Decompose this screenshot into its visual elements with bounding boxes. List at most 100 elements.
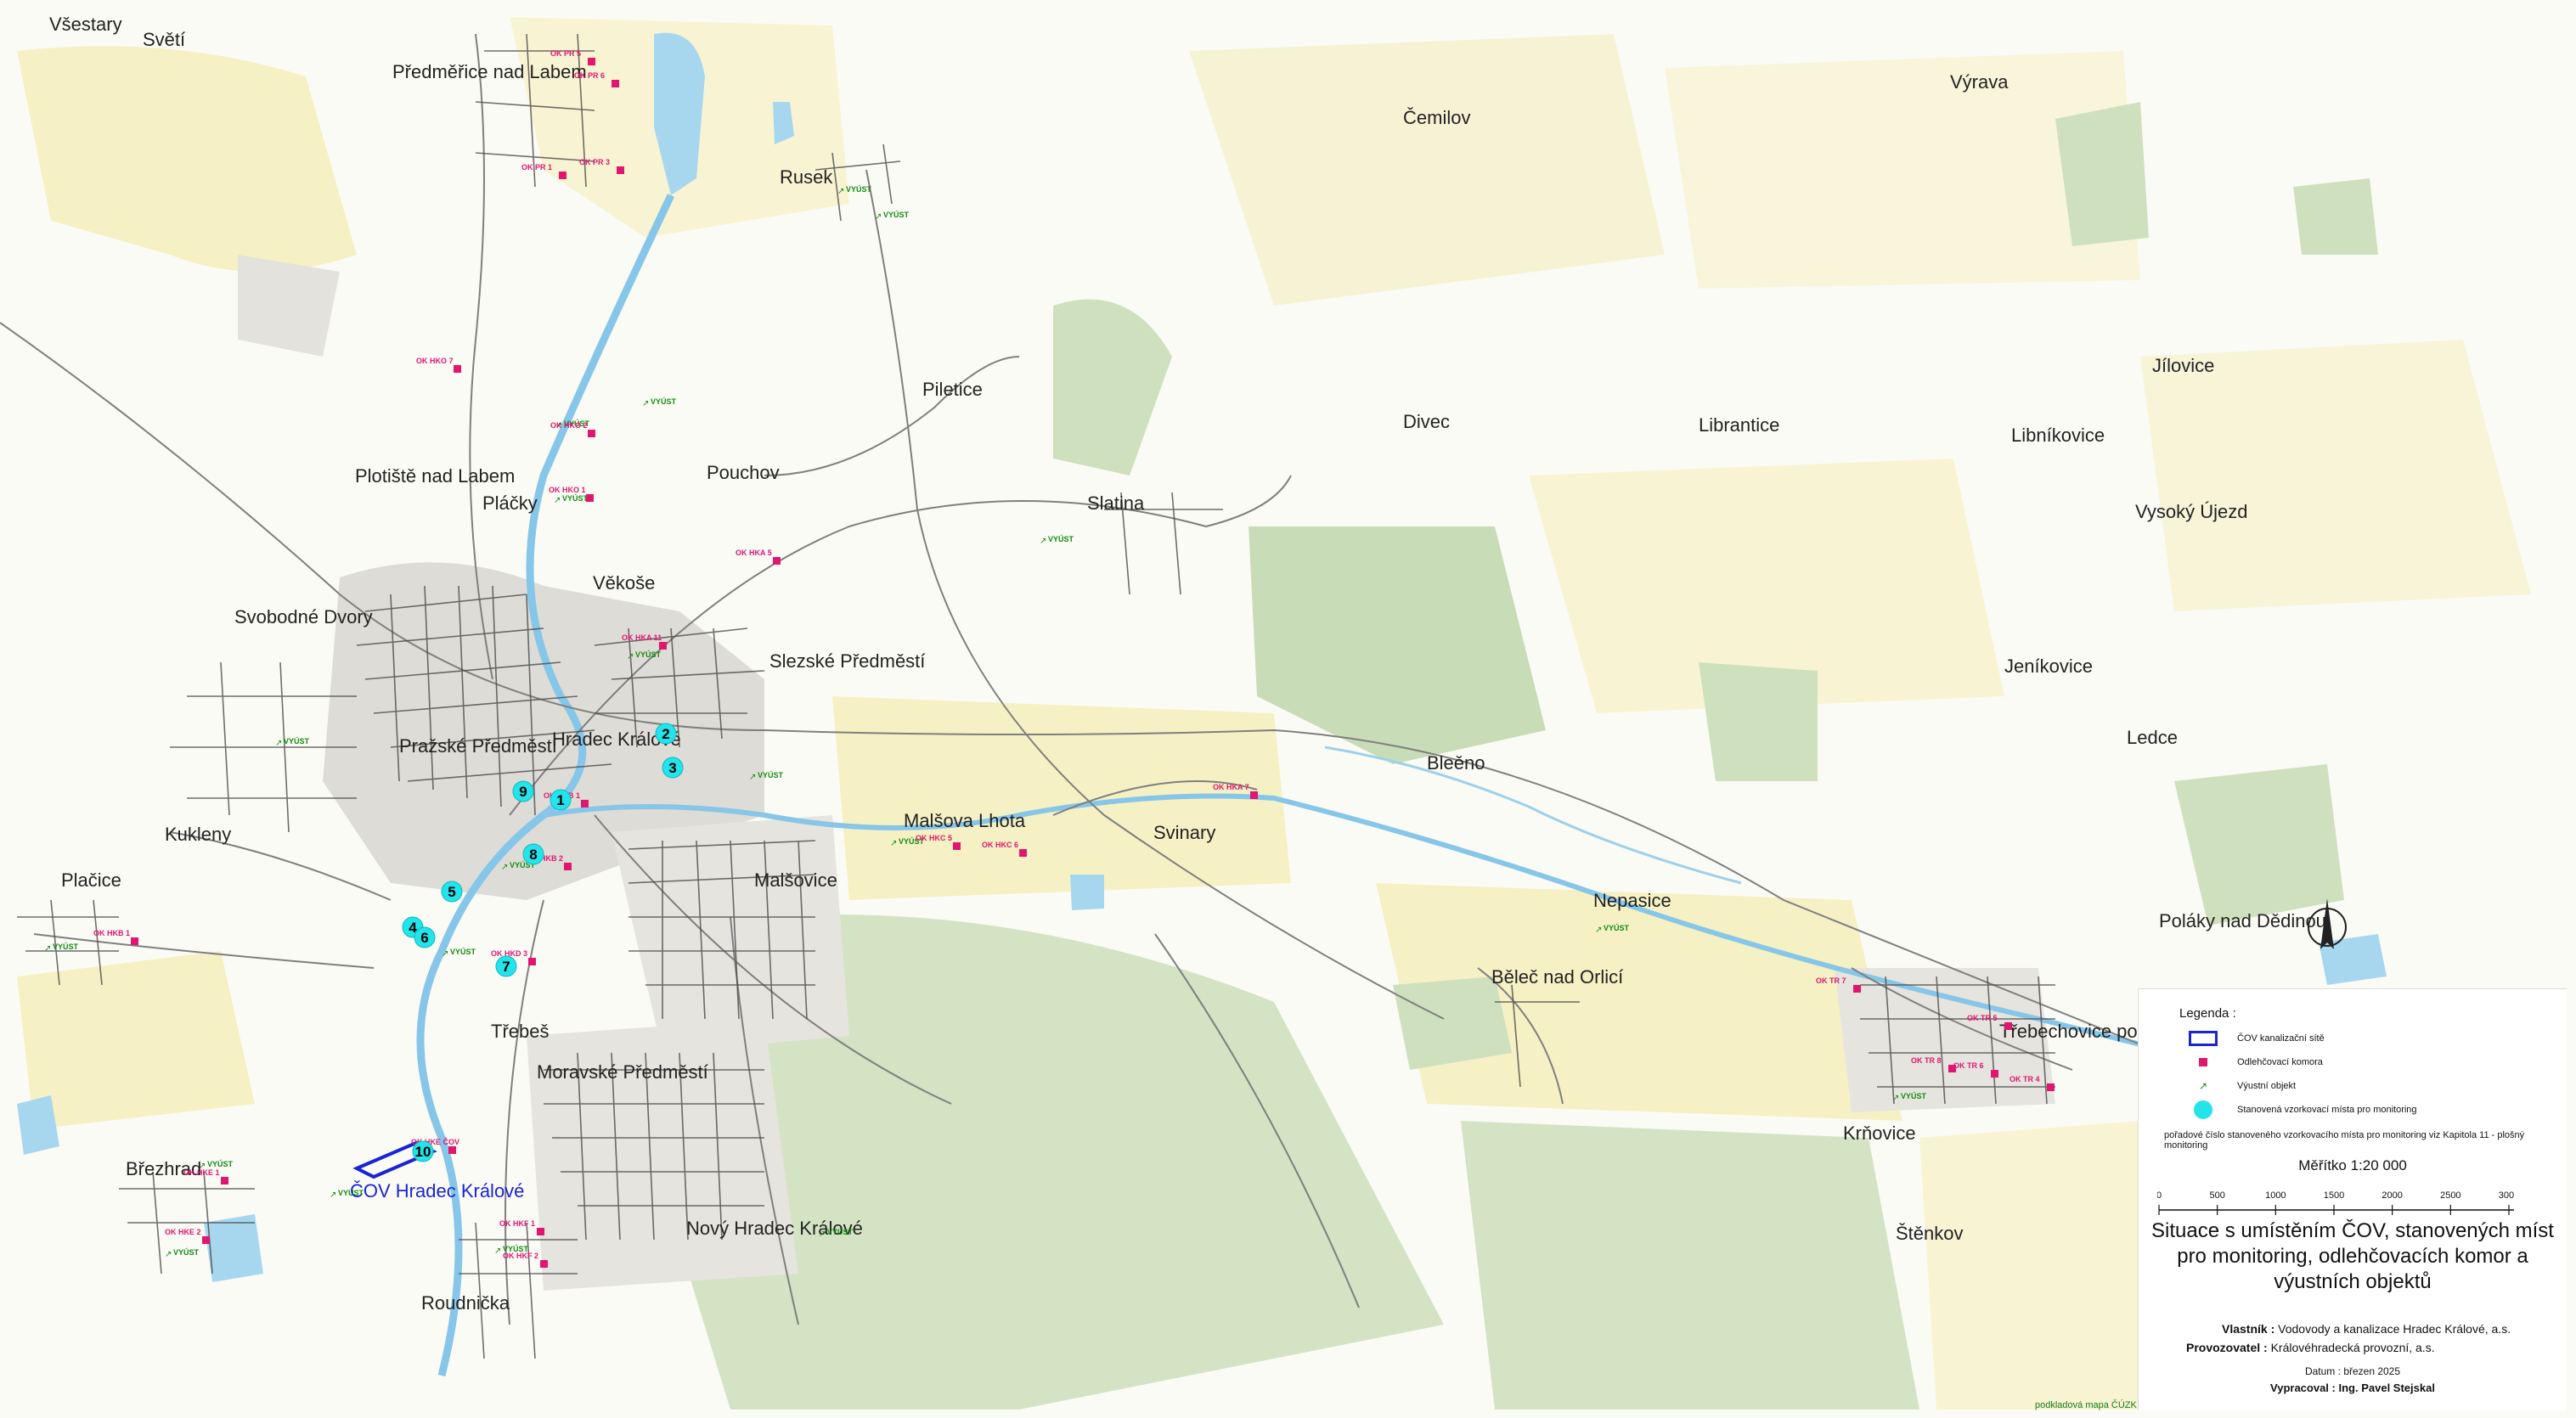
plan-title-line-3: výustních objektů: [2274, 1270, 2432, 1293]
monitoring-site-6[interactable]: 6: [414, 926, 436, 948]
scale-bar: 0 500 1000 1500 2000 2500 3000: [2157, 1190, 2514, 1215]
chamber-square-icon: [454, 365, 461, 373]
wwtp-boundary-icon: [2189, 1031, 2218, 1046]
date-line: Datum : březen 2025: [2139, 1365, 2567, 1377]
outlet-label: VYÚST: [53, 942, 79, 951]
place-name: Roudnička: [421, 1292, 510, 1314]
chamber-square-icon: [537, 1228, 544, 1235]
monitoring-site-2[interactable]: 2: [655, 723, 677, 745]
place-name: Malšova Lhota: [904, 810, 1026, 831]
chamber-square-icon: [617, 166, 624, 174]
chamber-square-icon: [581, 800, 589, 807]
place-name: Jílovice: [2152, 355, 2214, 376]
monitoring-site-3[interactable]: 3: [662, 757, 684, 779]
chamber-square-icon: [586, 494, 594, 502]
chamber-square-icon: [564, 863, 572, 870]
chamber-square-icon: [221, 1177, 228, 1184]
chamber-label: OK PR 5: [550, 49, 581, 58]
monitoring-site-10[interactable]: 10: [412, 1140, 434, 1162]
legend-panel: Legenda : ČOV kanalizační sítě Odlehčova…: [2138, 988, 2567, 1410]
place-name: Pouchov: [707, 462, 780, 483]
monitoring-site-5[interactable]: 5: [441, 881, 463, 903]
scale-tick-label: 2500: [2440, 1190, 2460, 1201]
date-key: Datum :: [2304, 1365, 2341, 1377]
place-name: Plačice: [61, 869, 121, 891]
place-name: Kukleny: [165, 824, 231, 845]
monitoring-site-9[interactable]: 9: [512, 780, 534, 802]
plan-title: Situace s umístěním ČOV, stanovených mís…: [2139, 1218, 2567, 1295]
plan-title-line-1: Situace s umístěním ČOV, stanovených mís…: [2151, 1219, 2554, 1242]
chamber-label: OK HKA 11: [622, 633, 662, 642]
place-name: Svinary: [1153, 822, 1215, 843]
place-name: Divec: [1403, 411, 1450, 432]
chamber-label: OK HKC 6: [982, 841, 1018, 849]
place-name: Všestary: [49, 14, 122, 35]
legend-item-wwtp: ČOV kanalizační sítě: [2179, 1027, 2325, 1050]
outlet-label: VYÚST: [846, 184, 872, 194]
owner-value: Vodovody a kanalizace Hradec Králové, a.…: [2278, 1322, 2511, 1336]
place-name: Vysoký Újezd: [2135, 501, 2247, 522]
outlet-arrow-icon: ↗: [1040, 537, 1046, 546]
monitoring-site-number: 7: [502, 959, 510, 975]
monitoring-site-number: 1: [556, 792, 564, 808]
operator-key: Provozovatel :: [2186, 1341, 2268, 1354]
chamber-square-icon: [540, 1260, 548, 1268]
chamber-label: OK HKO 7: [416, 357, 454, 365]
monitoring-site-number: 6: [420, 930, 428, 946]
outlet-arrow-icon: ↗: [749, 773, 756, 782]
outlet-arrow-icon: ↗: [875, 212, 882, 222]
monitoring-circle-icon: [2194, 1100, 2212, 1119]
monitoring-site-number: 3: [668, 760, 676, 776]
legend-item-monitoring: Stanovená vzorkovací místa pro monitorin…: [2179, 1098, 2417, 1122]
chamber-label: OK HKE 1: [183, 1168, 220, 1177]
monitoring-site-1[interactable]: 1: [550, 789, 572, 811]
outlet-arrow-icon: ↗: [275, 739, 282, 748]
place-name: Plotiště nad Labem: [355, 465, 515, 487]
chamber-square-icon: [131, 937, 138, 945]
monitoring-site-7[interactable]: 7: [495, 955, 517, 977]
place-name: Nepasice: [1593, 890, 1671, 911]
place-name: Běleč nad Orlicí: [1491, 966, 1623, 988]
legend-label-outlet: Výustní objekt: [2237, 1081, 2297, 1091]
outlet-label: VYÚST: [338, 1188, 364, 1197]
legend-title: Legenda :: [2179, 1006, 2236, 1021]
scale-tick-label: 1500: [2324, 1190, 2344, 1201]
monitoring-site-8[interactable]: 8: [522, 843, 544, 865]
chamber-label: OK HKE 2: [165, 1228, 201, 1236]
place-name: Poláky nad Dědinou: [2159, 910, 2326, 931]
place-name: Svobodné Dvory: [234, 606, 373, 627]
chamber-label: OK PR 6: [574, 71, 605, 80]
place-name: Piletice: [922, 379, 983, 400]
chamber-label: OK PR 1: [521, 163, 552, 172]
author-value: Ing. Pavel Stejskal: [2338, 1381, 2435, 1394]
outlet-arrow-icon: ↗: [819, 1229, 826, 1239]
legend-label-wwtp: ČOV kanalizační sítě: [2237, 1033, 2325, 1044]
chamber-square-icon: [659, 642, 667, 650]
plan-title-line-2: pro monitoring, odlehčovacích komor a: [2177, 1245, 2528, 1268]
outlet-label: VYÚST: [1604, 923, 1630, 932]
place-name: Libníkovice: [2011, 425, 2105, 446]
outlet-label: VYÚST: [883, 210, 910, 219]
chamber-label: OK HKB 1: [93, 929, 130, 937]
chamber-square-icon: [202, 1236, 210, 1244]
chamber-square-icon: [1250, 791, 1258, 799]
outlet-arrow-icon: ↗: [2198, 1080, 2208, 1092]
chamber-label: OK HKC 5: [916, 834, 952, 842]
legend-label-chamber: Odlehčovací komora: [2237, 1057, 2323, 1067]
chamber-square-icon: [559, 172, 566, 179]
monitoring-site-number: 2: [662, 726, 669, 742]
owner-key: Vlastník :: [2222, 1322, 2275, 1336]
place-name: Jeníkovice: [2004, 656, 2093, 677]
place-name: Třebeš: [491, 1021, 549, 1042]
outlet-arrow-icon: ↗: [1595, 926, 1602, 935]
outlet-label: VYÚST: [651, 397, 677, 406]
author-key: Vypracoval :: [2270, 1381, 2336, 1394]
outlet-arrow-icon: ↗: [165, 1250, 172, 1259]
place-name: Slezské Předměstí: [769, 650, 925, 672]
place-name: Světí: [143, 29, 185, 50]
author-line: Vypracoval : Ing. Pavel Stejskal: [2139, 1381, 2567, 1394]
chamber-square-icon: [528, 958, 536, 965]
place-name: Librantice: [1699, 414, 1779, 436]
place-name: Malšovice: [754, 869, 837, 891]
chamber-square-icon: [2047, 1083, 2055, 1091]
